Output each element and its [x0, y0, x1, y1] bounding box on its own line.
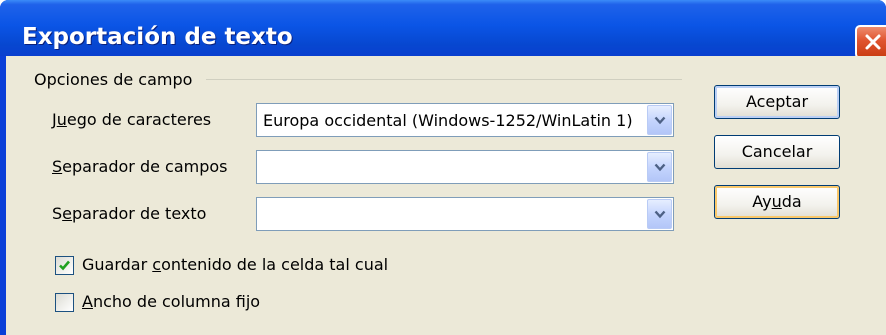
ok-button[interactable]: Aceptar [714, 85, 840, 119]
window-title: Exportación de texto [22, 24, 293, 50]
chevron-down-icon [654, 116, 666, 125]
export-text-dialog: Exportación de texto Opciones de campo J… [0, 0, 886, 335]
field-separator-dropdown-button[interactable] [647, 152, 672, 182]
charset-label: Juego de caracteres [52, 110, 212, 129]
close-button[interactable] [855, 25, 886, 59]
charset-dropdown-button[interactable] [647, 105, 672, 135]
close-icon [865, 34, 881, 50]
text-separator-dropdown-button[interactable] [647, 199, 672, 229]
chevron-down-icon [654, 210, 666, 219]
field-separator-select[interactable] [256, 150, 674, 184]
dialog-body: Opciones de campo Juego de caracteres Eu… [6, 56, 886, 335]
field-separator-label: Separador de campos [52, 157, 228, 176]
fixed-column-width-label[interactable]: Ancho de columna fijo [82, 292, 260, 311]
cancel-button[interactable]: Cancelar [714, 135, 840, 169]
keep-cell-content-label[interactable]: Guardar contenido de la celda tal cual [82, 255, 388, 274]
keep-cell-content-checkbox[interactable] [55, 256, 74, 275]
chevron-down-icon [654, 163, 666, 172]
text-separator-label: Separador de texto [52, 204, 207, 223]
group-divider [206, 79, 682, 80]
field-options-group-label: Opciones de campo [34, 70, 193, 89]
fixed-column-width-checkbox[interactable] [55, 293, 74, 312]
title-bar[interactable]: Exportación de texto [0, 0, 886, 59]
checkmark-icon [59, 260, 70, 271]
help-button[interactable]: Ayuda [714, 185, 840, 219]
charset-value: Europa occidental (Windows-1252/WinLatin… [263, 111, 633, 130]
charset-select[interactable]: Europa occidental (Windows-1252/WinLatin… [256, 103, 674, 137]
text-separator-select[interactable] [256, 197, 674, 231]
